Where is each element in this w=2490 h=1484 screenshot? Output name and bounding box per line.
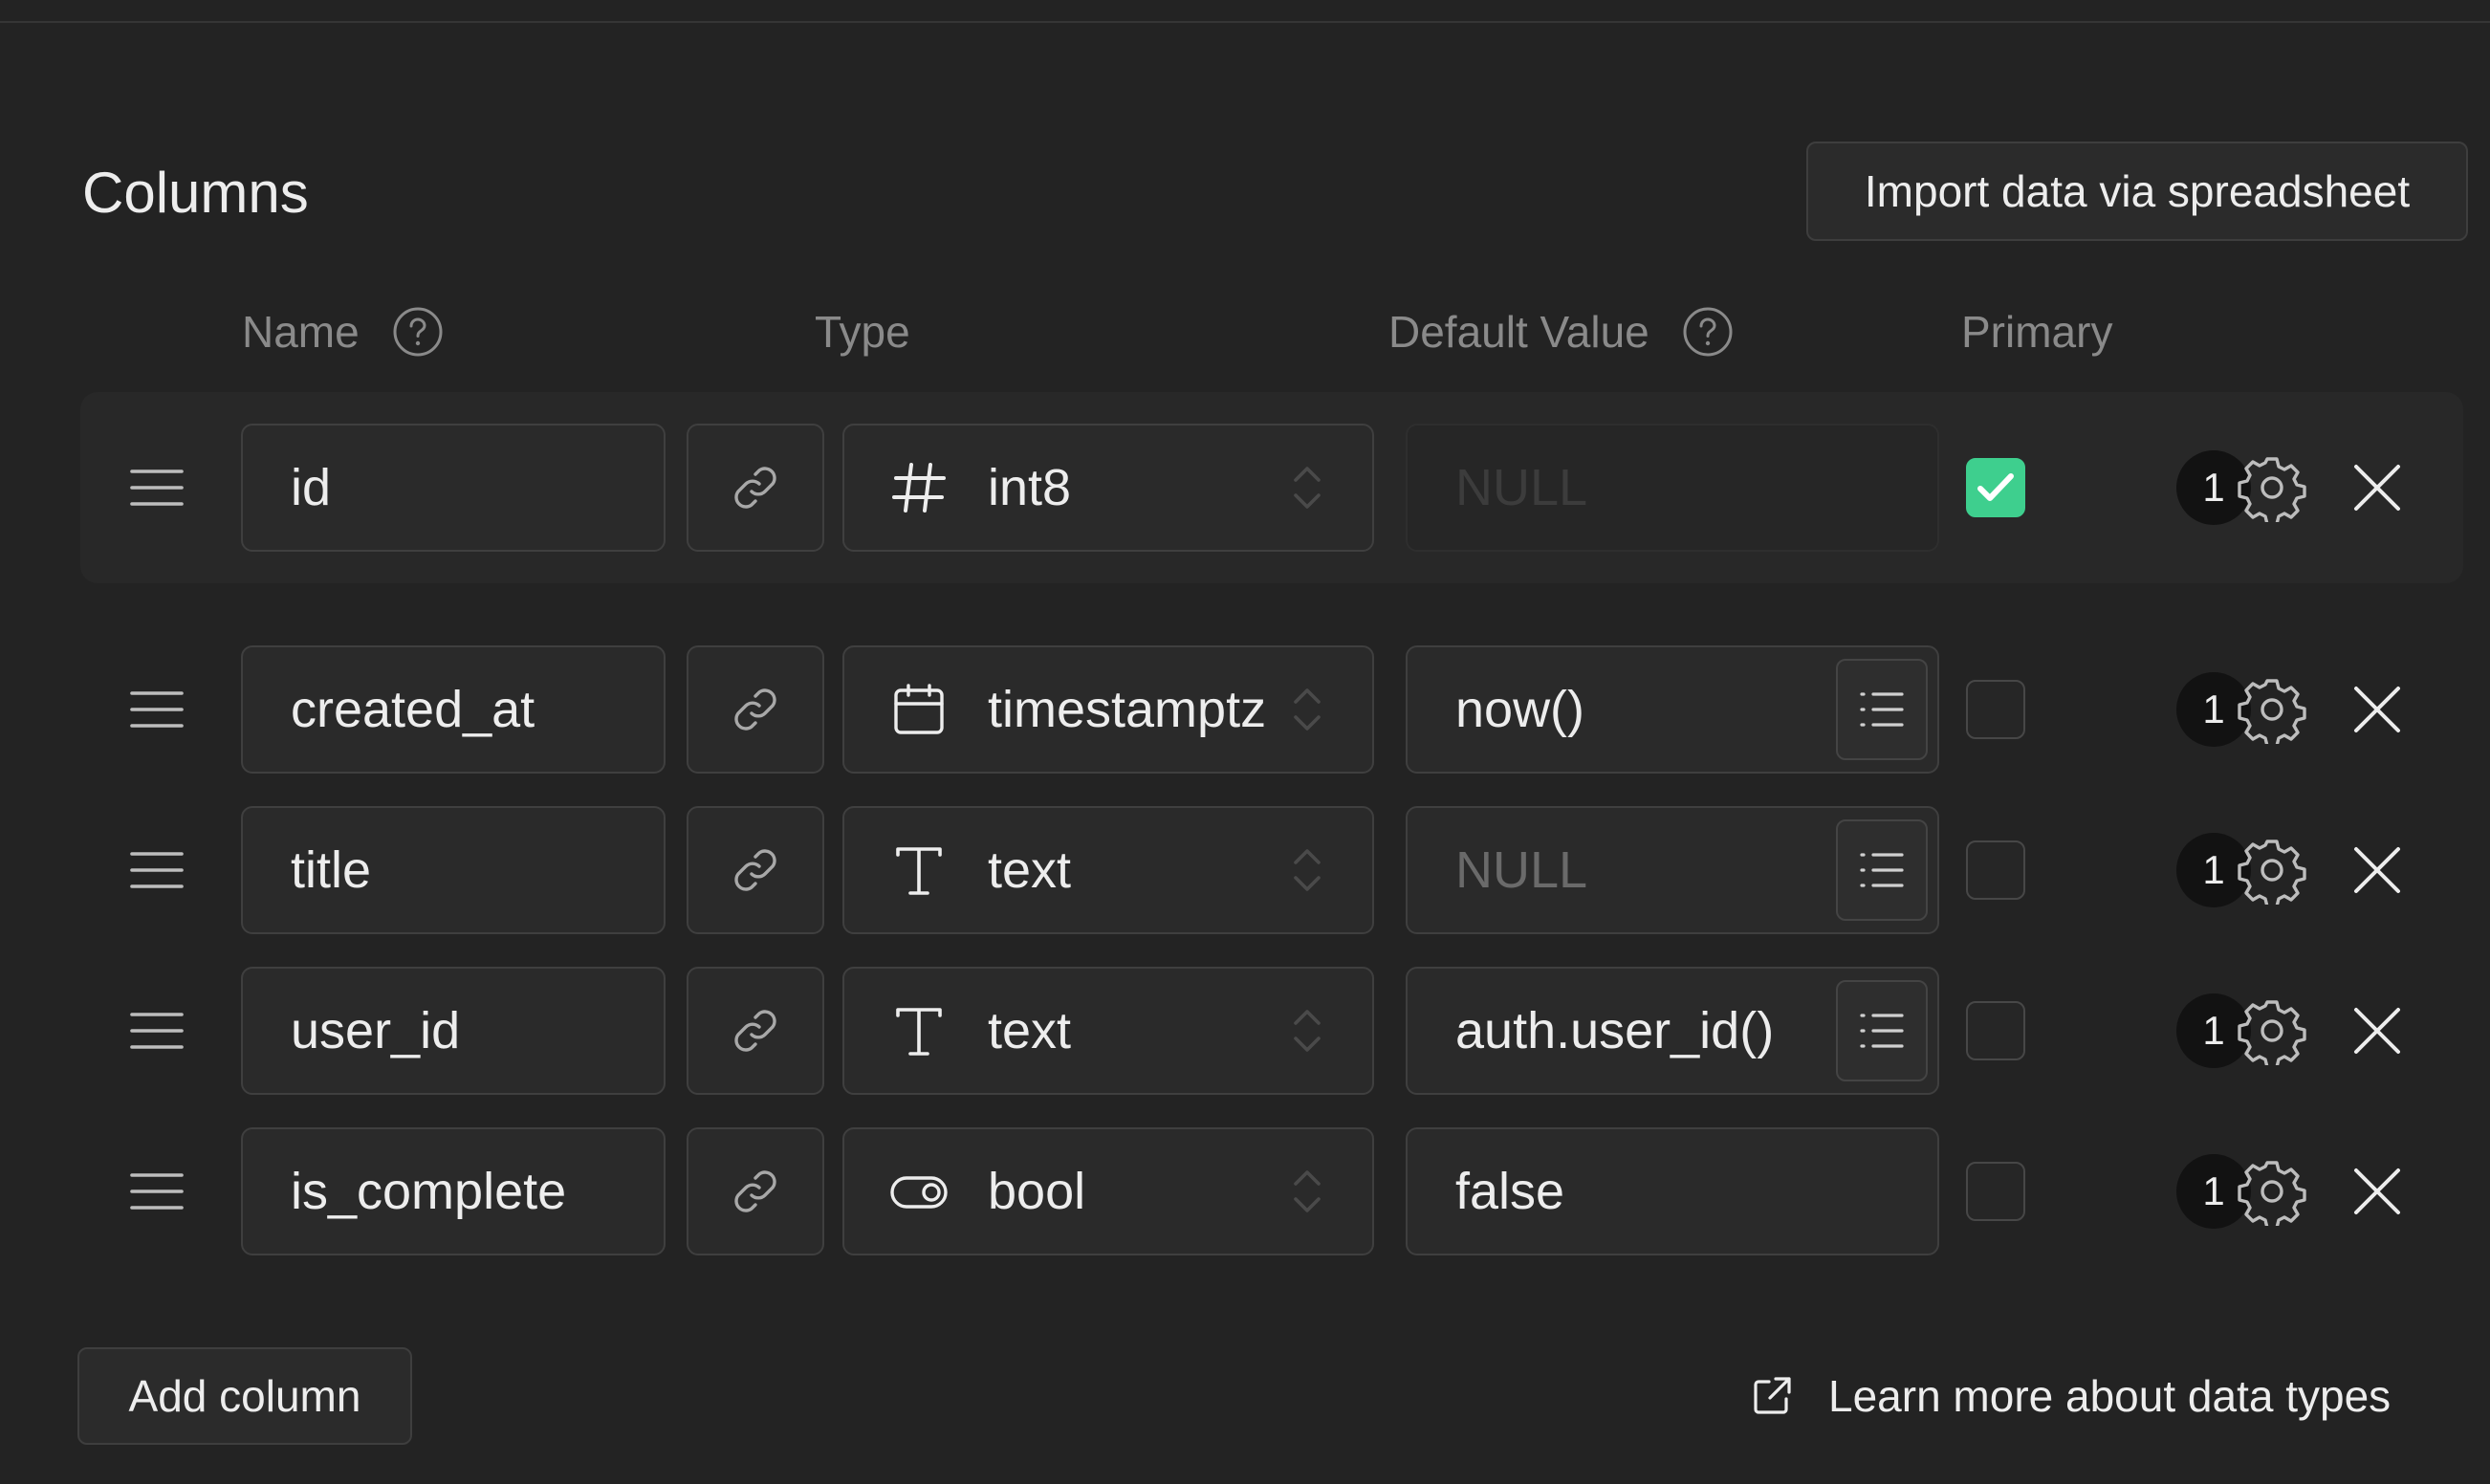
column-name-value: created_at [291, 681, 535, 738]
drag-handle-icon[interactable] [130, 850, 184, 890]
table-columns-editor: Columns Import data via spreadsheet Name… [0, 0, 2490, 1484]
drag-handle-icon[interactable] [130, 1171, 184, 1211]
foreign-key-button[interactable] [687, 1127, 824, 1255]
foreign-key-button[interactable] [687, 424, 824, 552]
column-type-value: text [988, 841, 1072, 899]
chevron-up-down-icon [1290, 1004, 1324, 1058]
close-icon[interactable] [2348, 1002, 2406, 1059]
import-spreadsheet-button[interactable]: Import data via spreadsheet [1806, 142, 2468, 241]
list-icon [1858, 1010, 1906, 1052]
header-type-label: Type [815, 307, 910, 357]
list-icon [1858, 688, 1906, 731]
check-icon [1977, 471, 2015, 504]
drag-handle-icon[interactable] [130, 689, 184, 730]
foreign-key-button[interactable] [687, 645, 824, 774]
drag-handle-icon[interactable] [130, 468, 184, 508]
link-icon [729, 843, 782, 897]
primary-key-checkbox[interactable] [1966, 1001, 2025, 1060]
suggestions-list-button[interactable] [1836, 819, 1928, 921]
default-value-input[interactable]: now() [1406, 645, 1939, 774]
column-type-value: text [988, 1002, 1072, 1059]
gear-icon[interactable] [2238, 1157, 2306, 1226]
column-type-select[interactable]: text [842, 967, 1374, 1095]
close-icon[interactable] [2348, 1163, 2406, 1220]
primary-key-checkbox[interactable] [1966, 458, 2025, 517]
chevron-up-down-icon [1290, 843, 1324, 897]
primary-key-checkbox[interactable] [1966, 680, 2025, 739]
default-value-input[interactable]: auth.user_id() [1406, 967, 1939, 1095]
gear-icon[interactable] [2238, 675, 2306, 744]
default-value-text: auth.user_id() [1455, 1002, 1775, 1059]
link-icon [729, 1004, 782, 1058]
column-type-value: bool [988, 1163, 1086, 1220]
help-icon[interactable] [1682, 306, 1734, 358]
header-name: Name [242, 296, 444, 367]
column-name-input[interactable]: title [241, 806, 666, 934]
default-value-text: false [1455, 1163, 1565, 1220]
column-name-input[interactable]: is_complete [241, 1127, 666, 1255]
drag-handle-icon[interactable] [130, 1011, 184, 1051]
gear-icon[interactable] [2238, 996, 2306, 1065]
external-link-icon [1750, 1374, 1794, 1418]
column-type-select[interactable]: bool [842, 1127, 1374, 1255]
default-value-input: NULL [1406, 424, 1939, 552]
default-value-input[interactable]: NULL [1406, 806, 1939, 934]
close-icon[interactable] [2348, 681, 2406, 738]
header-primary-label: Primary [1961, 307, 2113, 357]
header-default-value: Default Value [1388, 296, 1734, 367]
gear-icon[interactable] [2238, 836, 2306, 905]
column-name-input[interactable]: created_at [241, 645, 666, 774]
default-value-text: now() [1455, 681, 1585, 738]
column-name-value: id [291, 459, 332, 516]
learn-more-link[interactable]: Learn more about data types [1750, 1358, 2391, 1434]
column-name-input[interactable]: id [241, 424, 666, 552]
column-name-value: user_id [291, 1002, 461, 1059]
column-type-select[interactable]: int8 [842, 424, 1374, 552]
foreign-key-button[interactable] [687, 967, 824, 1095]
header-name-label: Name [242, 307, 360, 357]
list-icon [1858, 849, 1906, 891]
default-value-text: NULL [1455, 459, 1588, 516]
column-type-value: int8 [988, 459, 1072, 516]
column-row: is_complete bool false 1 [80, 1096, 2463, 1287]
column-name-value: title [291, 841, 372, 899]
column-name-value: is_complete [291, 1163, 567, 1220]
column-row: id int8 NULL 1 [80, 392, 2463, 583]
primary-key-checkbox[interactable] [1966, 1162, 2025, 1221]
link-icon [729, 461, 782, 514]
header-default-label: Default Value [1388, 307, 1649, 357]
default-value-text: NULL [1455, 841, 1588, 899]
hash-icon [890, 461, 948, 514]
calendar-icon [890, 683, 948, 736]
column-name-input[interactable]: user_id [241, 967, 666, 1095]
section-title: Columns [82, 161, 309, 225]
text-type-icon [890, 1004, 948, 1058]
learn-more-label: Learn more about data types [1828, 1371, 2392, 1421]
column-type-select[interactable]: text [842, 806, 1374, 934]
chevron-up-down-icon [1290, 461, 1324, 514]
header-type: Type [815, 296, 910, 367]
link-icon [729, 1165, 782, 1218]
header-primary: Primary [1961, 296, 2112, 367]
chevron-up-down-icon [1290, 1165, 1324, 1218]
close-icon[interactable] [2348, 841, 2406, 899]
suggestions-list-button[interactable] [1836, 659, 1928, 760]
text-type-icon [890, 843, 948, 897]
default-value-input[interactable]: false [1406, 1127, 1939, 1255]
column-type-select[interactable]: timestamptz [842, 645, 1374, 774]
close-icon[interactable] [2348, 459, 2406, 516]
foreign-key-button[interactable] [687, 806, 824, 934]
toggle-icon [890, 1165, 948, 1218]
chevron-up-down-icon [1290, 683, 1324, 736]
help-icon[interactable] [392, 306, 444, 358]
suggestions-list-button[interactable] [1836, 980, 1928, 1081]
column-type-value: timestamptz [988, 681, 1267, 738]
gear-icon[interactable] [2238, 453, 2306, 522]
add-column-button[interactable]: Add column [77, 1347, 412, 1445]
primary-key-checkbox[interactable] [1966, 840, 2025, 900]
link-icon [729, 683, 782, 736]
divider [0, 21, 2490, 23]
